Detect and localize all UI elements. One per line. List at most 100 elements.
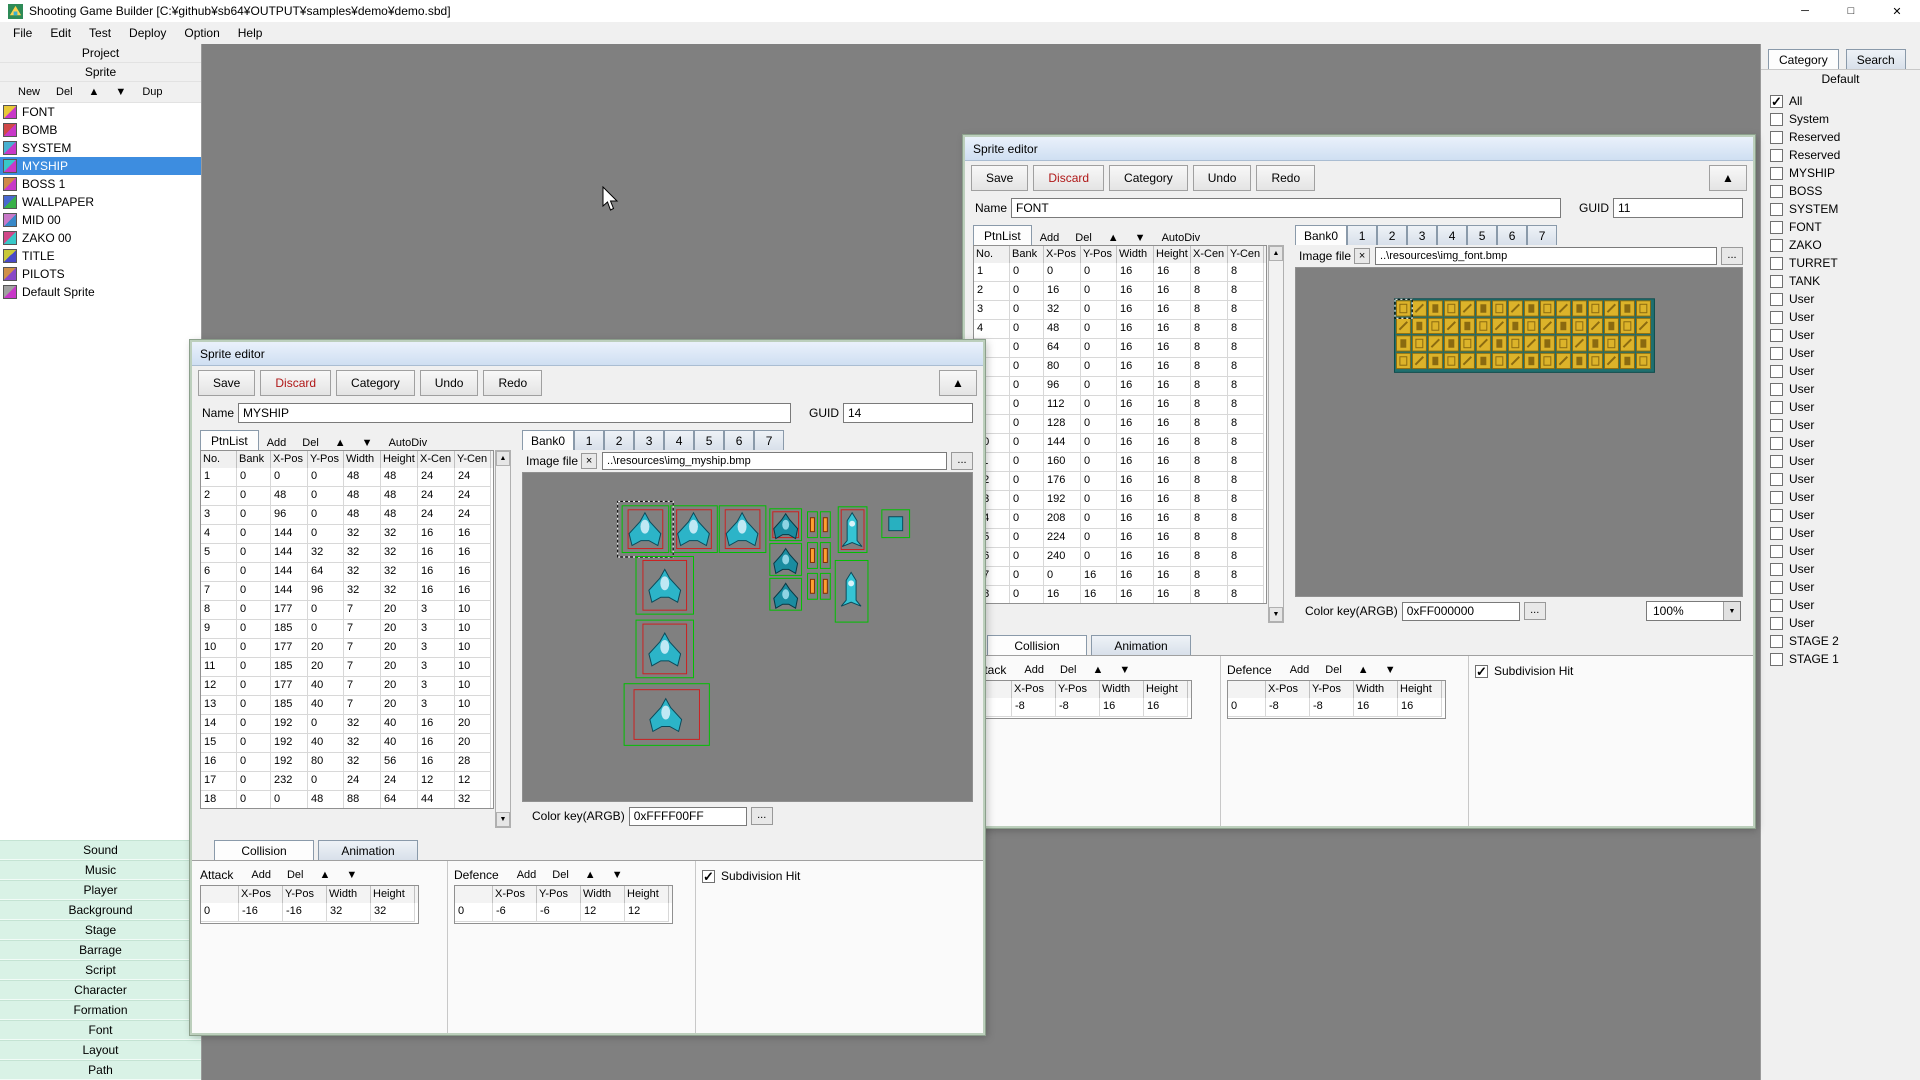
table-cell[interactable]: 20 — [381, 677, 418, 696]
filter-item-30-stage-2[interactable]: STAGE 2 — [1761, 632, 1920, 650]
table-cell[interactable]: 16 — [455, 544, 491, 563]
filter-checkbox[interactable] — [1770, 455, 1783, 468]
sprite-item-zako-00[interactable]: ZAKO 00 — [0, 229, 201, 247]
table-cell[interactable]: 177 — [271, 639, 308, 658]
category-button-script[interactable]: Script — [0, 960, 201, 980]
sprite-item-title[interactable]: TITLE — [0, 247, 201, 265]
table-cell[interactable]: 48 — [1044, 320, 1081, 339]
filter-checkbox[interactable] — [1770, 491, 1783, 504]
table-cell[interactable]: 144 — [271, 525, 308, 544]
menu-option[interactable]: Option — [175, 22, 228, 44]
filter-checkbox[interactable] — [1770, 311, 1783, 324]
attack-del-button[interactable]: Del — [279, 868, 312, 882]
table-cell[interactable]: 0 — [308, 715, 344, 734]
sprite-item-font[interactable]: FONT — [0, 103, 201, 121]
attack-up-button[interactable]: ▲ — [311, 868, 338, 882]
zoom-select[interactable]: 100% ▼ — [1646, 601, 1741, 621]
pattern-table-scrollbar[interactable]: ▲ ▼ — [495, 450, 511, 828]
image-path-field[interactable]: ..\resources\img_myship.bmp — [602, 452, 947, 470]
table-cell[interactable]: 144 — [271, 582, 308, 601]
table-cell[interactable]: 8 — [1191, 491, 1228, 510]
table-cell[interactable]: 16 — [418, 753, 455, 772]
bank-tab-1[interactable]: 1 — [1347, 225, 1377, 245]
table-cell[interactable]: 10 — [455, 696, 491, 715]
table-cell[interactable]: 20 — [381, 601, 418, 620]
table-cell[interactable]: 20 — [308, 658, 344, 677]
table-cell[interactable]: 32 — [371, 903, 415, 922]
table-row[interactable]: 20160161688 — [974, 282, 1266, 301]
table-cell[interactable]: -8 — [1056, 698, 1100, 717]
table-cell[interactable]: 24 — [418, 506, 455, 525]
name-input[interactable] — [238, 403, 791, 423]
filter-item-23-user[interactable]: User — [1761, 506, 1920, 524]
save-button[interactable]: Save — [198, 370, 255, 396]
table-cell[interactable]: 8 — [1228, 491, 1264, 510]
sprite-toolbar-button-3[interactable]: ▼ — [107, 85, 134, 99]
table-cell[interactable]: 24 — [455, 487, 491, 506]
table-cell[interactable]: 3 — [418, 601, 455, 620]
table-row[interactable]: 12017740720310 — [201, 677, 493, 696]
filter-checkbox[interactable] — [1770, 113, 1783, 126]
table-cell[interactable]: 177 — [271, 677, 308, 696]
table-row[interactable]: 901850720310 — [201, 620, 493, 639]
filter-checkbox[interactable] — [1770, 581, 1783, 594]
table-row[interactable]: 2048048482424 — [201, 487, 493, 506]
sprite-toolbar-button-2[interactable]: ▲ — [81, 85, 108, 99]
filter-item-28-user[interactable]: User — [1761, 596, 1920, 614]
table-cell[interactable]: 0 — [1010, 548, 1044, 567]
table-cell[interactable]: -16 — [239, 903, 283, 922]
table-cell[interactable]: 0 — [308, 620, 344, 639]
pattern-add-button[interactable]: Add — [1032, 231, 1068, 245]
table-cell[interactable]: 192 — [271, 715, 308, 734]
attack-add-button[interactable]: Add — [1016, 663, 1052, 677]
scroll-down-icon[interactable]: ▼ — [496, 812, 510, 827]
category-button-background[interactable]: Background — [0, 900, 201, 920]
subdivision-hit-checkbox[interactable]: ✓ — [1475, 665, 1488, 678]
category-button-sound[interactable]: Sound — [0, 840, 201, 860]
table-cell[interactable]: 48 — [344, 468, 381, 487]
table-cell[interactable]: 0 — [237, 658, 271, 677]
table-cell[interactable]: 16 — [1398, 698, 1442, 717]
tab-animation[interactable]: Animation — [318, 840, 418, 860]
color-key-input[interactable] — [1402, 602, 1520, 621]
filter-checkbox[interactable] — [1770, 383, 1783, 396]
sprite-sheet-canvas[interactable] — [1295, 267, 1743, 597]
table-cell[interactable]: 0 — [237, 639, 271, 658]
table-row[interactable]: 13018540720310 — [201, 696, 493, 715]
filter-checkbox[interactable] — [1770, 257, 1783, 270]
table-row[interactable]: 801770720310 — [201, 601, 493, 620]
redo-button[interactable]: Redo — [483, 370, 542, 396]
table-cell[interactable]: 16 — [1154, 358, 1191, 377]
table-cell[interactable]: 0 — [1010, 358, 1044, 377]
table-cell[interactable]: 64 — [1044, 339, 1081, 358]
bank-tab-1[interactable]: 1 — [574, 430, 604, 450]
table-cell[interactable]: 8 — [1228, 586, 1264, 604]
table-cell[interactable]: 0 — [1081, 301, 1117, 320]
table-row[interactable]: 1601928032561628 — [201, 753, 493, 772]
table-cell[interactable]: 0 — [237, 544, 271, 563]
tab-collision[interactable]: Collision — [214, 840, 314, 860]
menu-deploy[interactable]: Deploy — [120, 22, 175, 44]
table-cell[interactable]: 0 — [237, 734, 271, 753]
filter-checkbox[interactable] — [1770, 617, 1783, 630]
table-cell[interactable]: 16 — [1117, 415, 1154, 434]
filter-item-2-reserved[interactable]: Reserved — [1761, 128, 1920, 146]
table-cell[interactable]: 48 — [271, 487, 308, 506]
table-cell[interactable]: 48 — [344, 506, 381, 525]
table-cell[interactable]: 0 — [237, 487, 271, 506]
bank-tab-4[interactable]: 4 — [664, 430, 694, 450]
table-row[interactable]: 0-16-163232 — [201, 903, 418, 922]
table-cell[interactable]: 0 — [308, 772, 344, 791]
table-cell[interactable]: 16 — [455, 582, 491, 601]
category-button[interactable]: Category — [336, 370, 415, 396]
table-cell[interactable]: -16 — [283, 903, 327, 922]
table-cell[interactable]: 0 — [1010, 491, 1044, 510]
attack-del-button[interactable]: Del — [1052, 663, 1085, 677]
table-cell[interactable]: 5 — [201, 544, 237, 563]
table-cell[interactable]: 32 — [381, 544, 418, 563]
table-cell[interactable]: 32 — [381, 563, 418, 582]
table-cell[interactable]: 8 — [1191, 472, 1228, 491]
table-cell[interactable]: 8 — [1191, 586, 1228, 604]
table-cell[interactable]: 0 — [1081, 396, 1117, 415]
table-row[interactable]: 3096048482424 — [201, 506, 493, 525]
